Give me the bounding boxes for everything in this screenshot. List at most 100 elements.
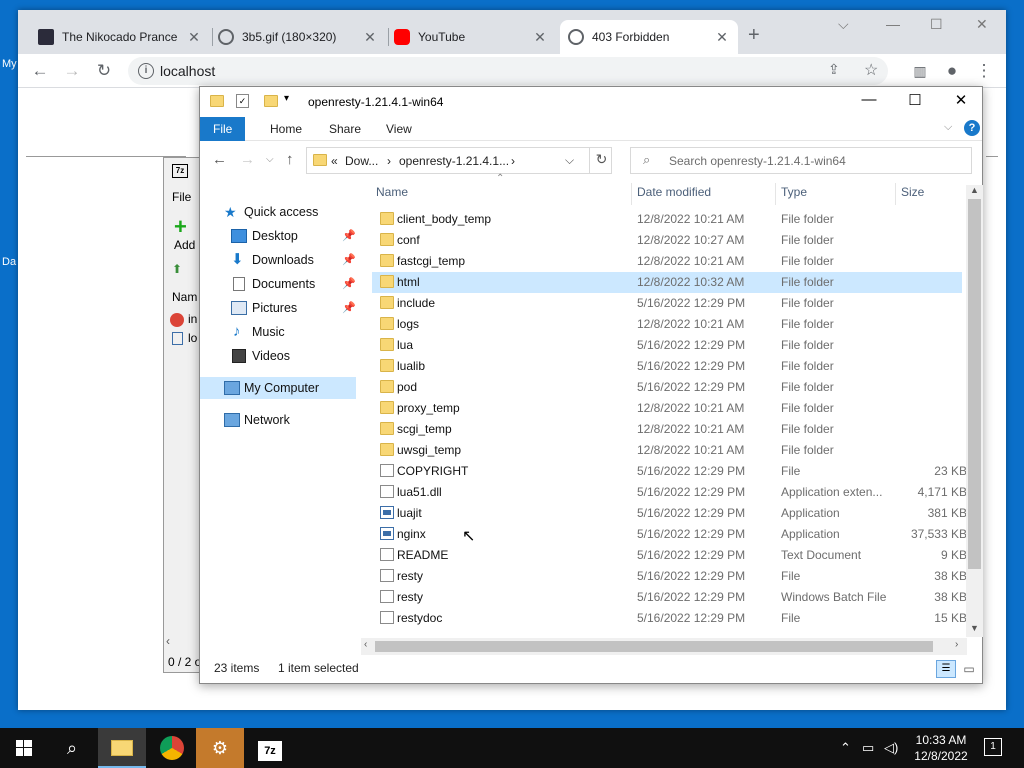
nav-documents[interactable]: Documents 📌 xyxy=(200,273,356,295)
pin-icon[interactable]: 📌 xyxy=(342,225,356,247)
breadcrumb-item[interactable]: openresty-1.21.4.1... xyxy=(399,154,509,168)
share-icon[interactable]: ⇪ xyxy=(828,61,840,78)
file-row[interactable]: luajit 5/16/2022 12:29 PM Application 381 K… xyxy=(372,503,967,524)
forward-icon[interactable]: → xyxy=(60,59,84,83)
new-tab-button[interactable]: + xyxy=(748,24,760,47)
search-icon[interactable]: ⌕ xyxy=(48,728,96,768)
clock[interactable]: 10:33 AM 12/8/2022 xyxy=(908,732,974,764)
file-row[interactable]: conf 12/8/2022 10:27 AM File folder xyxy=(372,230,962,251)
file-row[interactable]: fastcgi_temp 12/8/2022 10:21 AM File folde… xyxy=(372,251,962,272)
column-date[interactable]: Date modified xyxy=(637,185,711,199)
tab-home[interactable]: Home xyxy=(257,117,315,141)
refresh-icon[interactable]: ↻ xyxy=(589,147,613,174)
info-icon[interactable]: i xyxy=(138,63,154,79)
file-row[interactable]: restydoc 5/16/2022 12:29 PM File 15 KB xyxy=(372,608,967,629)
close-icon[interactable]: ✕ xyxy=(714,29,730,46)
file-row[interactable]: nginx 5/16/2022 12:29 PM Application 37,533… xyxy=(372,524,967,545)
nav-downloads[interactable]: ⬇ Downloads 📌 xyxy=(200,249,356,271)
large-icons-view-icon[interactable]: ▭ xyxy=(960,660,978,678)
tab-view[interactable]: View xyxy=(373,117,425,141)
file-row[interactable]: html 12/8/2022 10:32 AM File folder xyxy=(372,272,962,293)
close-button[interactable]: ✕ xyxy=(938,91,984,109)
file-explorer-icon[interactable] xyxy=(98,728,146,768)
star-icon[interactable]: ☆ xyxy=(864,60,878,80)
chevron-up-icon[interactable]: ⌃ xyxy=(840,740,851,756)
desktop-label[interactable]: My xyxy=(2,58,17,70)
scrollbar-thumb[interactable] xyxy=(968,199,981,569)
file-row[interactable]: include 5/16/2022 12:29 PM File folder xyxy=(372,293,962,314)
network-icon[interactable]: ▭ xyxy=(862,740,874,756)
scroll-right-icon[interactable]: › xyxy=(955,639,958,650)
new-folder-icon[interactable] xyxy=(264,95,278,107)
chevron-down-icon[interactable]: ⌵ xyxy=(944,121,952,134)
file-row[interactable]: logs 12/8/2022 10:21 AM File folder xyxy=(372,314,962,335)
close-button[interactable]: ✕ xyxy=(976,16,988,33)
file-row[interactable]: uwsgi_temp 12/8/2022 10:21 AM File folder xyxy=(372,440,962,461)
search-input[interactable]: ⌕ Search openresty-1.21.4.1-win64 xyxy=(630,147,972,174)
chevron-down-icon[interactable]: ⌵ xyxy=(838,16,849,33)
maximize-button[interactable]: ☐ xyxy=(930,16,943,33)
name-column-header[interactable]: Nam xyxy=(172,290,197,304)
menu-icon[interactable]: ⋮ xyxy=(972,59,996,83)
help-icon[interactable]: ? xyxy=(964,120,980,136)
vertical-scrollbar[interactable]: ▲ ▼ xyxy=(966,185,983,637)
close-icon[interactable]: ✕ xyxy=(362,29,378,46)
nav-network[interactable]: Network xyxy=(200,409,356,431)
address-bar[interactable]: « Dow... › openresty-1.21.4.1... › ⌵ xyxy=(306,147,612,174)
back-icon[interactable]: ← xyxy=(28,59,52,83)
7zip-icon[interactable]: 7z xyxy=(246,728,294,768)
nav-music[interactable]: ♪ Music xyxy=(200,321,356,343)
minimize-button[interactable]: — xyxy=(846,91,892,108)
desktop-label[interactable]: Da xyxy=(2,256,16,268)
nav-quick-access[interactable]: ★ Quick access xyxy=(200,201,356,223)
close-icon[interactable]: ✕ xyxy=(532,29,548,46)
address-bar[interactable]: i localhost ⇪ ☆ xyxy=(128,57,888,85)
scroll-left-icon[interactable]: ‹ xyxy=(166,634,170,648)
file-row[interactable]: lua51.dll 5/16/2022 12:29 PM Application e… xyxy=(372,482,967,503)
add-icon[interactable]: + xyxy=(174,214,187,240)
notification-icon[interactable]: 1 xyxy=(984,738,1002,756)
nav-desktop[interactable]: Desktop 📌 xyxy=(200,225,356,247)
add-label[interactable]: Add xyxy=(174,238,195,252)
properties-icon[interactable]: ✓ xyxy=(236,94,249,108)
tab-file[interactable]: File xyxy=(200,117,246,141)
scroll-left-icon[interactable]: ‹ xyxy=(364,639,367,650)
recent-dropdown-icon[interactable]: ⌵ xyxy=(266,154,274,165)
list-item[interactable]: in xyxy=(188,312,197,326)
column-type[interactable]: Type xyxy=(781,185,807,199)
forward-icon[interactable]: → xyxy=(240,151,255,168)
close-icon[interactable]: ✕ xyxy=(186,29,202,46)
scrollbar-thumb[interactable] xyxy=(375,641,933,652)
breadcrumb-separator[interactable]: › xyxy=(387,154,391,168)
tab-share[interactable]: Share xyxy=(316,117,374,141)
up-folder-icon[interactable]: ⬆ xyxy=(172,262,182,276)
breadcrumb-separator[interactable]: › xyxy=(511,154,515,168)
chrome-icon[interactable] xyxy=(148,728,196,768)
file-row[interactable]: scgi_temp 12/8/2022 10:21 AM File folder xyxy=(372,419,962,440)
browser-tab[interactable]: The Nikocado Prance ✕ xyxy=(30,20,210,54)
reload-icon[interactable]: ↻ xyxy=(92,59,116,83)
details-view-icon[interactable]: ☰ xyxy=(936,660,956,678)
file-row[interactable]: proxy_temp 12/8/2022 10:21 AM File folder xyxy=(372,398,962,419)
file-row[interactable]: pod 5/16/2022 12:29 PM File folder xyxy=(372,377,962,398)
nav-videos[interactable]: Videos xyxy=(200,345,356,367)
maximize-button[interactable]: ☐ xyxy=(892,91,938,109)
breadcrumb-item[interactable]: Dow... xyxy=(345,154,378,168)
up-icon[interactable]: ↑ xyxy=(286,151,294,168)
profile-icon[interactable]: ● xyxy=(940,59,964,83)
scroll-up-icon[interactable]: ▲ xyxy=(970,185,979,195)
browser-tab[interactable]: 3b5.gif (180×320) ✕ xyxy=(210,20,386,54)
breadcrumb-overflow[interactable]: « xyxy=(331,154,338,168)
nav-my-computer[interactable]: My Computer xyxy=(200,377,356,399)
browser-tab-active[interactable]: 403 Forbidden ✕ xyxy=(560,20,738,54)
pin-icon[interactable]: 📌 xyxy=(342,297,356,319)
browser-tab[interactable]: YouTube ✕ xyxy=(386,20,556,54)
file-menu[interactable]: File xyxy=(172,190,191,204)
pin-icon[interactable]: 📌 xyxy=(342,273,356,295)
settings-gear-icon[interactable]: ⚙ xyxy=(196,728,244,768)
column-size[interactable]: Size xyxy=(901,185,924,199)
volume-icon[interactable]: ◁) xyxy=(884,740,898,756)
file-row[interactable]: lua 5/16/2022 12:29 PM File folder xyxy=(372,335,962,356)
back-icon[interactable]: ← xyxy=(212,151,227,168)
chevron-down-icon[interactable]: ⌵ xyxy=(565,153,574,168)
